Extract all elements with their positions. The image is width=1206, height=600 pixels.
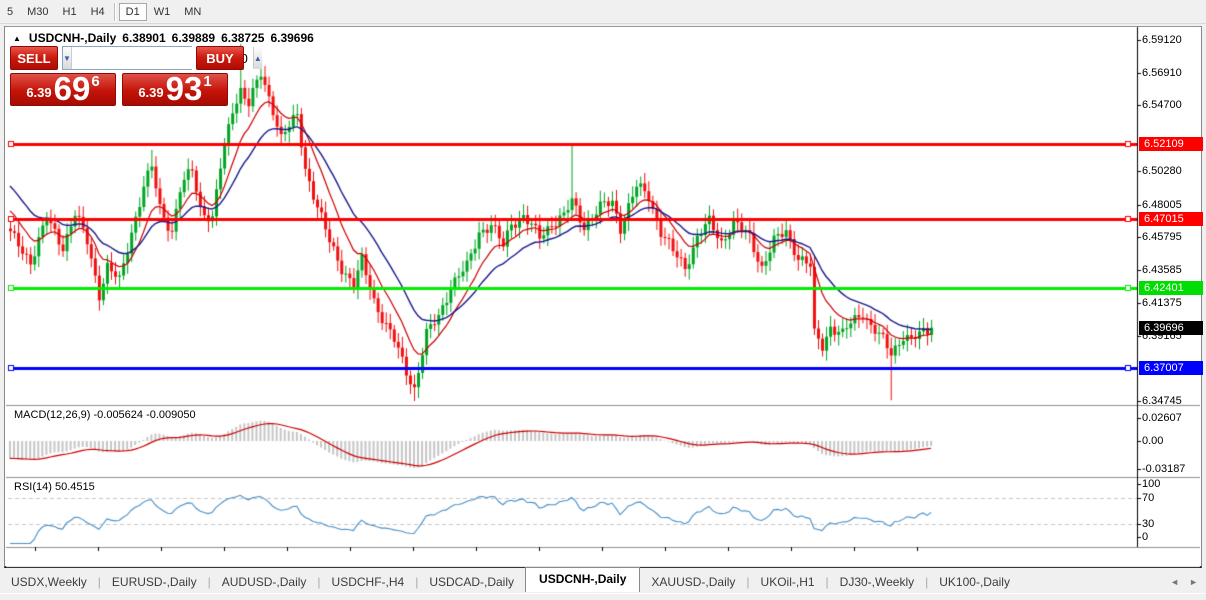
buy-price-prefix: 6.39 [138, 85, 164, 100]
volume-stepper: ▼ ▲ [62, 46, 262, 70]
price-axis-tick: 6.41375 [1142, 296, 1182, 309]
tab-usdcnh-daily[interactable]: USDCNH-,Daily [525, 567, 641, 592]
price-axis-tick: 6.48005 [1142, 198, 1182, 211]
buy-price-pip: 1 [203, 73, 212, 90]
price-axis-tick: 6.34745 [1142, 395, 1182, 408]
rsi-axis-value: 100 [1142, 478, 1161, 490]
timeframe-button-5[interactable]: 5 [0, 3, 20, 21]
tab-eurusd-daily[interactable]: EURUSD-,Daily [101, 572, 208, 592]
bottom-status-strip [0, 593, 1206, 600]
price-line-label: 6.39696 [1139, 320, 1203, 335]
volume-decrease-icon[interactable]: ▼ [63, 47, 72, 69]
sell-price-prefix: 6.39 [26, 85, 52, 100]
price-axis-tick: 6.45795 [1142, 231, 1182, 244]
timeframe-button-MN[interactable]: MN [177, 3, 208, 21]
timeframe-button-M30[interactable]: M30 [20, 3, 55, 21]
tab-usdchf-h4[interactable]: USDCHF-,H4 [321, 572, 416, 592]
sell-price-pip: 6 [91, 73, 100, 90]
symbol-tabbar: USDX,Weekly | EURUSD-,Daily | AUDUSD-,Daily |… [0, 567, 1206, 593]
price-axis-tick: 6.50280 [1142, 164, 1182, 177]
tab-scroll-left-icon[interactable]: ◄ [1170, 577, 1179, 587]
price-line-label: 6.37007 [1139, 360, 1203, 375]
tab-usdcad-daily[interactable]: USDCAD-,Daily [418, 572, 525, 592]
sell-button[interactable]: SELL [10, 46, 58, 70]
timeframe-button-D1[interactable]: D1 [118, 3, 147, 21]
volume-increase-icon[interactable]: ▲ [252, 47, 262, 69]
tab-scroll-right-icon[interactable]: ► [1189, 577, 1198, 587]
tab-usdx-weekly[interactable]: USDX,Weekly [0, 572, 98, 592]
price-line-label: 6.42401 [1139, 280, 1203, 295]
tab-uk100-daily[interactable]: UK100-,Daily [928, 572, 1021, 592]
timeframe-button-H1[interactable]: H1 [56, 3, 84, 21]
tab-xauusd-daily[interactable]: XAUUSD-,Daily [640, 572, 746, 592]
ohlc-high: 6.39889 [171, 31, 216, 45]
buy-price-big: 93 [165, 70, 203, 107]
rsi-axis-value: 70 [1142, 492, 1155, 504]
price-axis-tick: 6.43585 [1142, 264, 1182, 277]
price-line-label: 6.52109 [1139, 136, 1203, 151]
price-axis-tick: 6.59120 [1142, 34, 1182, 46]
tab-nav: ◄ ► [1170, 577, 1198, 587]
rsi-axis-value: 0 [1142, 531, 1149, 543]
timeframe-button-W1[interactable]: W1 [147, 3, 178, 21]
ohlc-open: 6.38901 [122, 31, 166, 45]
macd-axis-value: -0.03187 [1142, 463, 1186, 475]
price-line-label: 6.47015 [1139, 212, 1203, 227]
toolbar-separator [113, 2, 115, 21]
timeframe-toolbar: 5 M30 H1 H4 D1 W1 MN [0, 0, 1206, 24]
one-click-trade-panel: SELL ▼ ▲ BUY 6.39 69 6 6.39 93 1 [10, 46, 262, 107]
timeframe-button-H4[interactable]: H4 [84, 3, 112, 21]
rsi-axis-value: 30 [1142, 518, 1155, 530]
macd-axis-value: 0.02607 [1142, 412, 1182, 424]
sell-price-big: 69 [53, 70, 91, 107]
rsi-label: RSI(14) 50.4515 [14, 481, 95, 493]
tab-dj30-weekly[interactable]: DJ30-,Weekly [829, 572, 925, 592]
collapse-trade-panel-icon[interactable]: ▲ [13, 34, 21, 43]
price-axis-tick: 6.56910 [1142, 66, 1182, 79]
tab-ukoil-h1[interactable]: UKOil-,H1 [750, 572, 826, 592]
chart-symbol-label: USDCNH-,Daily [28, 31, 117, 45]
chart-title: ▲ USDCNH-,Daily 6.38901 6.39889 6.38725 … [13, 31, 314, 45]
macd-label: MACD(12,26,9) -0.005624 -0.009050 [14, 409, 196, 421]
sell-price-panel[interactable]: 6.39 69 6 [10, 70, 116, 107]
price-axis-tick: 6.54700 [1142, 99, 1182, 112]
ohlc-low: 6.38725 [221, 31, 265, 45]
ohlc-close: 6.39696 [270, 31, 314, 45]
tab-audusd-daily[interactable]: AUDUSD-,Daily [211, 572, 318, 592]
buy-button[interactable]: BUY [196, 46, 244, 70]
buy-price-panel[interactable]: 6.39 93 1 [122, 70, 228, 107]
macd-axis-value: 0.00 [1142, 435, 1164, 447]
